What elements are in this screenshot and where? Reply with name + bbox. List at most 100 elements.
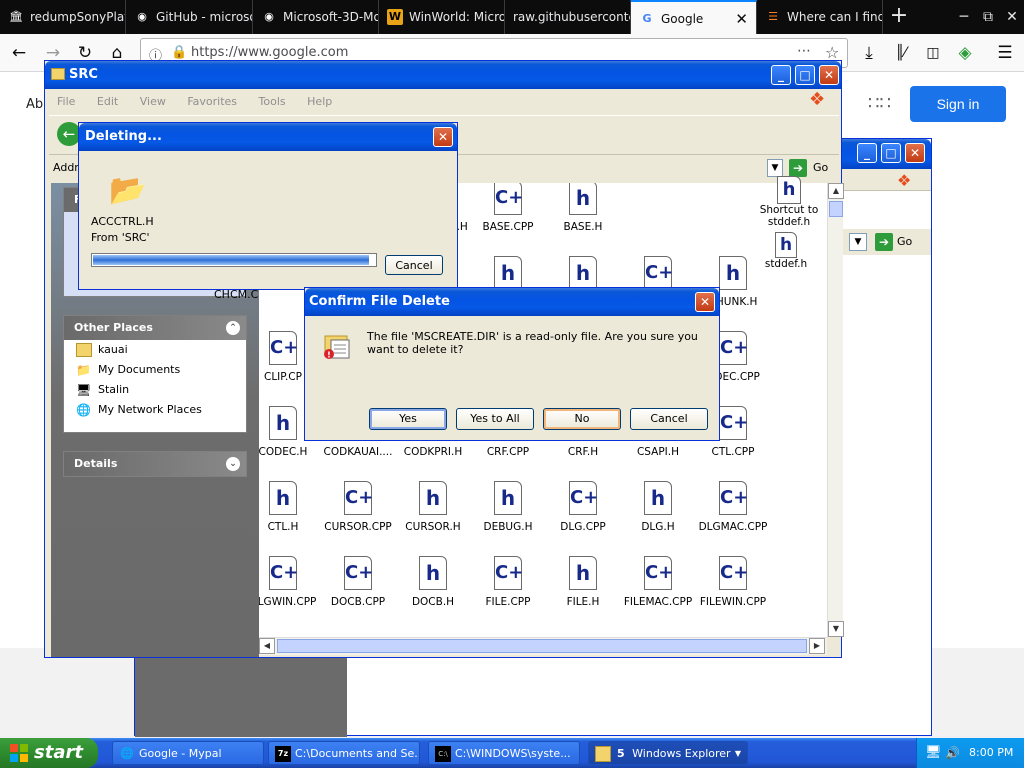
maximize-icon[interactable]: □ [795, 65, 815, 85]
file-item[interactable]: C+ FILEMAC.CPP [620, 556, 696, 628]
deleting-dialog-titlebar[interactable]: Deleting... [79, 123, 457, 151]
src-window-titlebar[interactable]: SRC [45, 61, 841, 89]
cancel-button[interactable]: Cancel [385, 255, 443, 275]
file-item[interactable]: C+ DLG.CPP [545, 481, 621, 553]
file-item[interactable]: C+ DLGMAC.CPP [695, 481, 771, 553]
apps-grid-icon[interactable]: ∷∷ [868, 94, 891, 114]
close-tab-icon[interactable]: ✕ [735, 2, 748, 34]
file-item[interactable]: h DOCB.H [395, 556, 471, 628]
page-actions-icon[interactable]: ⋯ [797, 43, 811, 59]
place-stalin[interactable]: 🖥 Stalin [64, 380, 246, 400]
browser-tab-redump[interactable]: 🏛 redumpSonyPlay [0, 0, 126, 34]
file-label: CODKAUAI.... [323, 446, 393, 458]
speaker-tray-icon[interactable]: 🔊 [945, 738, 960, 768]
file-item[interactable]: C+ CURSOR.CPP [320, 481, 396, 553]
file-item[interactable]: h DLG.H [620, 481, 696, 553]
browser-tab-github[interactable]: ◉ GitHub - microso [126, 0, 253, 34]
minimize-icon[interactable]: _ [771, 65, 791, 85]
header-file-icon: h [569, 183, 597, 215]
close-icon[interactable]: ✕ [819, 65, 839, 85]
file-item[interactable]: h FILE.H [545, 556, 621, 628]
maximize-icon[interactable]: □ [881, 143, 901, 163]
back-arrow-icon[interactable]: ← [4, 38, 34, 68]
address-dropdown-icon[interactable]: ▼ [767, 159, 783, 177]
menu-icon[interactable]: ☰ [990, 38, 1020, 68]
close-window-icon[interactable]: ✕ [998, 0, 1024, 34]
group-dropdown-icon[interactable]: ▼ [735, 742, 741, 764]
start-button[interactable]: start [0, 738, 98, 768]
extension-icon[interactable]: ◈ [950, 38, 980, 68]
scroll-up-icon[interactable]: ▲ [828, 183, 844, 199]
folder-icon [595, 746, 611, 762]
file-item[interactable]: C+ DOCB.CPP [320, 556, 396, 628]
sidebar-icon[interactable]: ◫ [918, 38, 948, 68]
go-label[interactable]: Go [813, 161, 828, 174]
browser-tab-microsoft-3d[interactable]: ◉ Microsoft-3D-Mo [253, 0, 379, 34]
taskbar-item-7zip[interactable]: 7z C:\Documents and Se... [268, 741, 420, 765]
other-places-panel: Other Places ⌃ kauai 📁 My Documents 🖥 Stal… [63, 315, 247, 433]
scroll-right-icon[interactable]: ▶ [809, 638, 825, 654]
browser-tab-winworld[interactable]: W WinWorld: Micros [379, 0, 505, 34]
library-icon[interactable]: ║⁄ [886, 38, 916, 68]
folder-icon [51, 68, 65, 80]
shortcut-stddef-item[interactable]: h Shortcut to stddef.h [754, 176, 824, 228]
network-tray-icon[interactable]: 🖥 [925, 738, 942, 768]
file-item[interactable]: h CTL.H [259, 481, 321, 553]
no-button[interactable]: No [543, 408, 621, 430]
confirm-file-delete-dialog[interactable]: Confirm File Delete ✕ ! The file 'MSCREA… [304, 287, 720, 441]
file-item[interactable]: h CURSOR.H [395, 481, 471, 553]
other-places-header[interactable]: Other Places ⌃ [64, 316, 246, 340]
taskbar-item-google-mypal[interactable]: 🌐 Google - Mypal [112, 741, 264, 765]
browser-tab-where-can-i-find[interactable]: ☰ Where can I find [757, 0, 883, 34]
scroll-thumb[interactable] [277, 639, 807, 653]
file-item[interactable]: C+ FILE.CPP [470, 556, 546, 628]
scroll-thumb[interactable] [829, 201, 843, 217]
header-file-icon: h [777, 176, 801, 204]
go-arrow-icon[interactable]: ➔ [875, 233, 893, 251]
close-icon[interactable]: ✕ [433, 127, 453, 147]
vertical-scrollbar[interactable]: ▲ ▼ [827, 183, 844, 637]
close-icon[interactable]: ✕ [905, 143, 925, 163]
downloads-icon[interactable]: ⤓ [854, 38, 884, 68]
about-link[interactable]: Ab [26, 97, 43, 112]
menu-help[interactable]: Help [307, 95, 332, 108]
menu-tools[interactable]: Tools [259, 95, 286, 108]
cancel-button[interactable]: Cancel [630, 408, 708, 430]
horizontal-scrollbar[interactable]: ◀ ▶ [259, 637, 827, 655]
place-my-network-places[interactable]: 🌐 My Network Places [64, 400, 246, 420]
confirm-dialog-titlebar[interactable]: Confirm File Delete [305, 288, 719, 316]
file-item[interactable]: C+ FILEWIN.CPP [695, 556, 771, 628]
menu-view[interactable]: View [140, 95, 166, 108]
sign-in-button[interactable]: Sign in [910, 86, 1006, 122]
place-kauai[interactable]: kauai [64, 340, 246, 360]
close-icon[interactable]: ✕ [695, 292, 715, 312]
menu-favorites[interactable]: Favorites [187, 95, 237, 108]
file-item[interactable]: C+ BASE.CPP [470, 183, 546, 253]
scroll-down-icon[interactable]: ▼ [828, 621, 844, 637]
url-text[interactable]: https://www.google.com [191, 45, 348, 60]
clock[interactable]: 8:00 PM [969, 738, 1013, 768]
expand-chevron-icon[interactable]: ⌄ [226, 457, 240, 471]
file-item[interactable]: C+ DLGWIN.CPP [259, 556, 321, 628]
address-dropdown-icon[interactable]: ▼ [849, 233, 867, 251]
collapse-chevron-icon[interactable]: ⌃ [226, 321, 240, 335]
go-arrow-icon[interactable]: ➔ [789, 159, 807, 177]
deleting-dialog[interactable]: Deleting... ✕ 📂 ACCCTRL.H From 'SRC' Can… [78, 122, 458, 290]
menu-file[interactable]: File [57, 95, 75, 108]
go-label[interactable]: Go [897, 235, 912, 248]
file-item[interactable]: h DEBUG.H [470, 481, 546, 553]
place-my-documents[interactable]: 📁 My Documents [64, 360, 246, 380]
details-header[interactable]: Details ⌄ [64, 452, 246, 476]
yes-to-all-button[interactable]: Yes to All [456, 408, 534, 430]
stddef-item[interactable]: h stddef.h [758, 232, 814, 270]
taskbar-item-windows-explorer[interactable]: 5 Windows Explorer ▼ [588, 741, 748, 765]
file-item[interactable]: h BASE.H [545, 183, 621, 253]
minimize-icon[interactable]: _ [857, 143, 877, 163]
browser-tab-raw-github[interactable]: raw.githubuserconten [505, 0, 631, 34]
yes-button[interactable]: Yes [369, 408, 447, 430]
browser-tab-google[interactable]: G Google ✕ [631, 0, 757, 34]
scroll-left-icon[interactable]: ◀ [259, 638, 275, 654]
taskbar-item-cmd[interactable]: C:\ C:\WINDOWS\syste... [428, 741, 580, 765]
new-tab-button[interactable]: + [884, 0, 914, 34]
menu-edit[interactable]: Edit [97, 95, 118, 108]
